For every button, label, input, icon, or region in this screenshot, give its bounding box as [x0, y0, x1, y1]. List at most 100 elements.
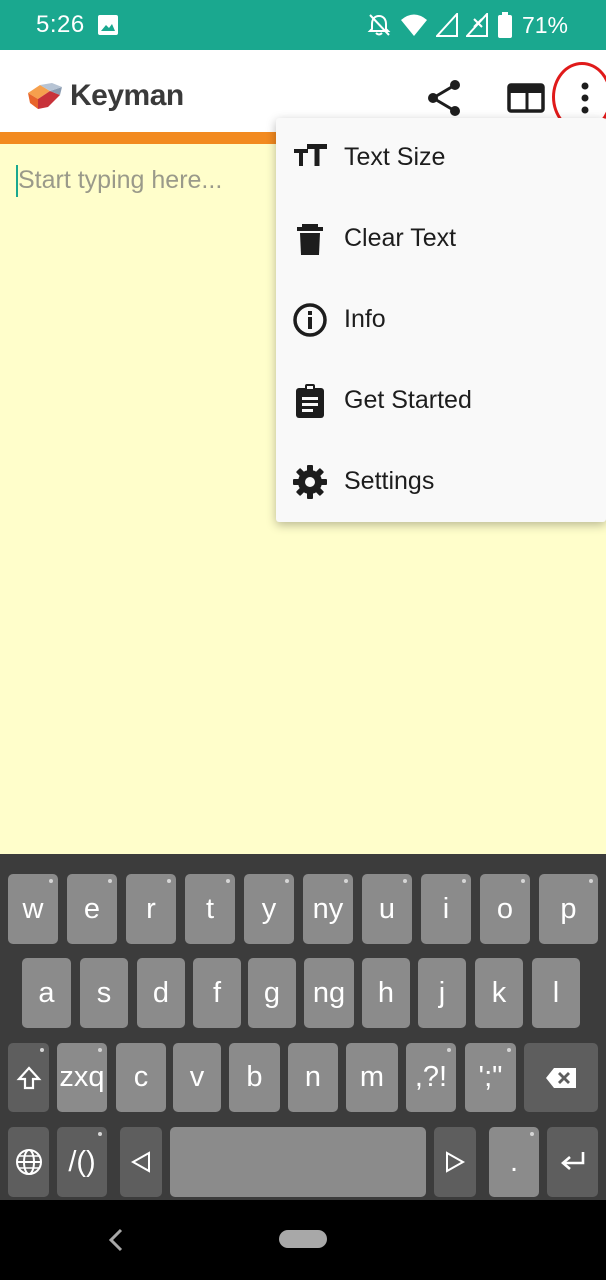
- menu-label: Clear Text: [344, 224, 457, 252]
- key-label: r: [146, 892, 156, 925]
- key[interactable]: l: [532, 958, 580, 1028]
- globe-icon: [15, 1149, 42, 1175]
- key-label: d: [152, 976, 170, 1009]
- text-size-icon: [294, 144, 327, 166]
- key-label: n: [304, 1061, 322, 1093]
- menu-item-info[interactable]: Info: [276, 280, 606, 361]
- key[interactable]: j: [418, 958, 466, 1028]
- clipboard-icon: [296, 384, 324, 418]
- spacebar[interactable]: [170, 1127, 426, 1197]
- enter-key[interactable]: [547, 1127, 598, 1197]
- key[interactable]: y: [244, 874, 294, 944]
- globe-key[interactable]: [8, 1127, 49, 1197]
- key-label: ng: [312, 976, 346, 1009]
- key[interactable]: v: [173, 1043, 221, 1112]
- screen: 5:26 71% Keyman Start typing here... Tex…: [0, 0, 606, 1280]
- key[interactable]: t: [185, 874, 235, 944]
- key[interactable]: w: [8, 874, 58, 944]
- back-icon[interactable]: [104, 1226, 128, 1254]
- alarm-off-icon: [367, 14, 391, 36]
- key-label: ,?!: [414, 1061, 448, 1093]
- key[interactable]: h: [362, 958, 410, 1028]
- image-icon: [98, 15, 118, 35]
- status-time: 5:26: [36, 11, 85, 38]
- key[interactable]: o: [480, 874, 530, 944]
- key[interactable]: ';": [465, 1043, 516, 1112]
- menu-item-get-started[interactable]: Get Started: [276, 361, 606, 442]
- layout-icon[interactable]: [506, 78, 546, 118]
- menu-label: Settings: [344, 467, 435, 495]
- soft-keyboard: w e r t y ny u i o p a s d f g ng h j k …: [0, 854, 606, 1200]
- key-label: h: [377, 976, 395, 1009]
- trash-icon: [297, 224, 323, 255]
- gear-icon: [293, 465, 327, 499]
- key[interactable]: d: [137, 958, 185, 1028]
- status-icons: 71%: [366, 10, 568, 40]
- key-label: s: [96, 976, 112, 1009]
- key-label: k: [491, 976, 507, 1009]
- battery-icon: [497, 12, 512, 38]
- key-label: l: [552, 976, 560, 1009]
- key[interactable]: ,?!: [406, 1043, 456, 1112]
- key[interactable]: u: [362, 874, 412, 944]
- key[interactable]: m: [346, 1043, 398, 1112]
- key[interactable]: k: [475, 958, 523, 1028]
- key-label: /(): [68, 1145, 96, 1178]
- key[interactable]: e: [67, 874, 117, 944]
- menu-item-clear-text[interactable]: Clear Text: [276, 199, 606, 280]
- menu-item-text-size[interactable]: Text Size: [276, 118, 606, 199]
- overflow-menu: Text Size Clear Text Info Get Started Se…: [276, 118, 606, 522]
- info-icon: [293, 303, 327, 337]
- right-arrow-icon: [446, 1151, 466, 1173]
- key[interactable]: n: [288, 1043, 338, 1112]
- key[interactable]: g: [248, 958, 296, 1028]
- key[interactable]: f: [193, 958, 241, 1028]
- signal-x-icon: [465, 13, 488, 37]
- key-label: p: [560, 892, 577, 925]
- symbols-key[interactable]: /(): [57, 1127, 107, 1197]
- key-label: zxq: [59, 1061, 105, 1093]
- key[interactable]: r: [126, 874, 176, 944]
- enter-icon: [560, 1152, 584, 1170]
- editor-placeholder: Start typing here...: [18, 166, 223, 194]
- key-label: t: [205, 892, 215, 925]
- menu-label: Text Size: [344, 143, 446, 171]
- menu-label: Info: [344, 305, 386, 333]
- key-label: i: [442, 892, 450, 925]
- share-icon[interactable]: [425, 78, 465, 118]
- key[interactable]: s: [80, 958, 128, 1028]
- key-label: u: [378, 892, 396, 925]
- key[interactable]: ny: [303, 874, 353, 944]
- key[interactable]: zxq: [57, 1043, 107, 1112]
- home-pill[interactable]: [279, 1230, 327, 1248]
- key[interactable]: c: [116, 1043, 166, 1112]
- key[interactable]: b: [229, 1043, 280, 1112]
- right-arrow-key[interactable]: [434, 1127, 476, 1197]
- key-label: j: [438, 976, 446, 1009]
- key[interactable]: i: [421, 874, 471, 944]
- menu-label: Get Started: [344, 386, 472, 414]
- signal-icon: [435, 13, 458, 37]
- backspace-icon: [546, 1067, 576, 1088]
- key-label: w: [22, 892, 44, 925]
- shift-key[interactable]: [8, 1043, 49, 1112]
- key-label: c: [133, 1061, 149, 1093]
- key-label: f: [212, 976, 222, 1009]
- key-label: v: [189, 1061, 205, 1093]
- key-label: e: [83, 892, 101, 925]
- key[interactable]: p: [539, 874, 598, 944]
- left-arrow-key[interactable]: [120, 1127, 162, 1197]
- key-label: a: [38, 976, 55, 1009]
- shift-icon: [16, 1065, 41, 1089]
- key[interactable]: ng: [304, 958, 354, 1028]
- keyman-logo-icon: [28, 83, 62, 109]
- key[interactable]: a: [22, 958, 71, 1028]
- backspace-key[interactable]: [524, 1043, 598, 1112]
- key-label: m: [359, 1061, 385, 1093]
- key-label: g: [263, 976, 281, 1009]
- wifi-icon: [400, 14, 427, 36]
- period-key[interactable]: .: [489, 1127, 539, 1197]
- key-label: ';": [478, 1061, 503, 1093]
- app-title: Keyman: [70, 79, 184, 112]
- menu-item-settings[interactable]: Settings: [276, 442, 606, 523]
